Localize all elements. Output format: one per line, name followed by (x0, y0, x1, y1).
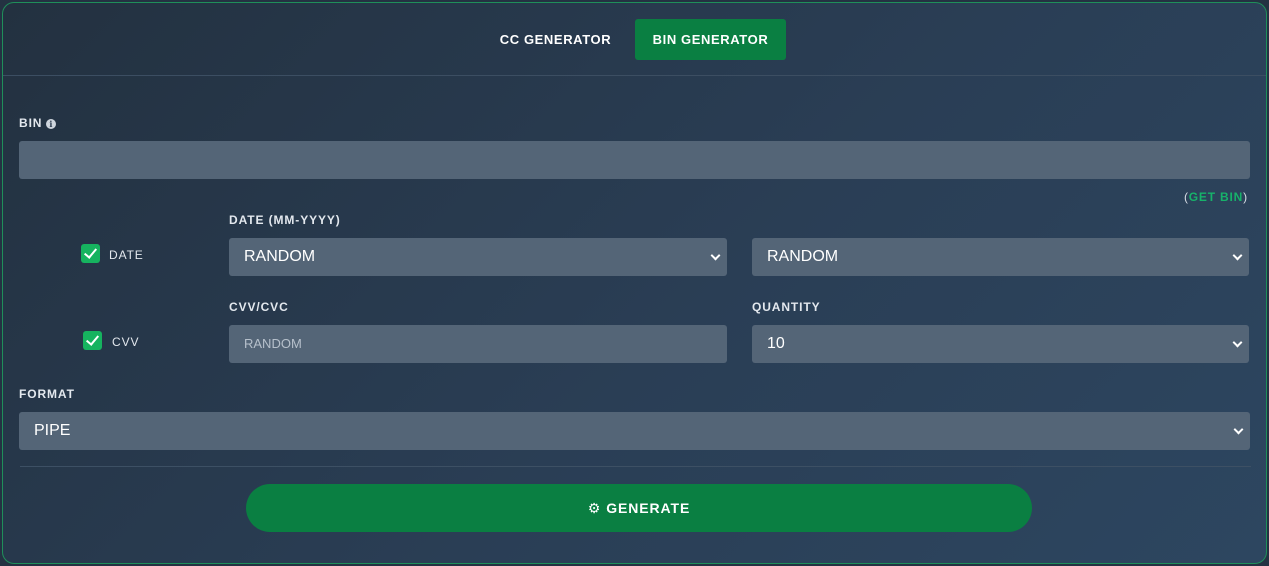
cvv-label: CVV/CVC (229, 300, 289, 314)
cvv-placeholder: RANDOM (244, 336, 302, 351)
quantity-label: QUANTITY (752, 300, 821, 314)
divider (20, 466, 1251, 467)
tab-bin-generator[interactable]: BIN GENERATOR (635, 19, 786, 60)
format-label: FORMAT (19, 387, 75, 401)
get-bin-close-paren: ) (1243, 190, 1248, 204)
generate-button[interactable]: ⚙ GENERATE (246, 484, 1032, 532)
date-label: DATE (MM-YYYY) (229, 213, 341, 227)
bin-label-text: BIN (19, 116, 43, 130)
cvv-checkbox[interactable] (83, 331, 102, 350)
generator-panel: CC GENERATOR BIN GENERATOR BIN i (GET BIN… (2, 2, 1267, 564)
chevron-down-icon (1233, 424, 1244, 435)
gear-icon: ⚙ (587, 500, 602, 516)
date-checkbox[interactable] (81, 244, 100, 263)
quantity-select[interactable]: 10 (752, 325, 1249, 363)
bin-label: BIN i (19, 116, 57, 130)
date-month-value: RANDOM (244, 248, 316, 265)
info-circle-icon: i (46, 119, 57, 129)
tab-bar: CC GENERATOR BIN GENERATOR (3, 3, 1266, 76)
quantity-value: 10 (767, 335, 785, 352)
cvv-checkbox-label: CVV (112, 335, 140, 349)
get-bin-link[interactable]: GET BIN (1189, 190, 1243, 204)
generate-label: GENERATE (606, 500, 691, 516)
format-value: PIPE (34, 422, 71, 439)
date-year-select[interactable]: RANDOM (752, 238, 1249, 276)
chevron-down-icon (1232, 337, 1243, 348)
format-select[interactable]: PIPE (19, 412, 1250, 450)
chevron-down-icon (1232, 250, 1243, 261)
date-month-select[interactable]: RANDOM (229, 238, 727, 276)
date-year-value: RANDOM (767, 248, 839, 265)
cvv-input[interactable]: RANDOM (229, 325, 727, 363)
get-bin-hint: (GET BIN) (1184, 190, 1248, 204)
tab-cc-generator[interactable]: CC GENERATOR (488, 19, 623, 60)
date-checkbox-label: DATE (109, 248, 144, 262)
bin-input[interactable] (19, 141, 1250, 179)
chevron-down-icon (710, 250, 721, 261)
